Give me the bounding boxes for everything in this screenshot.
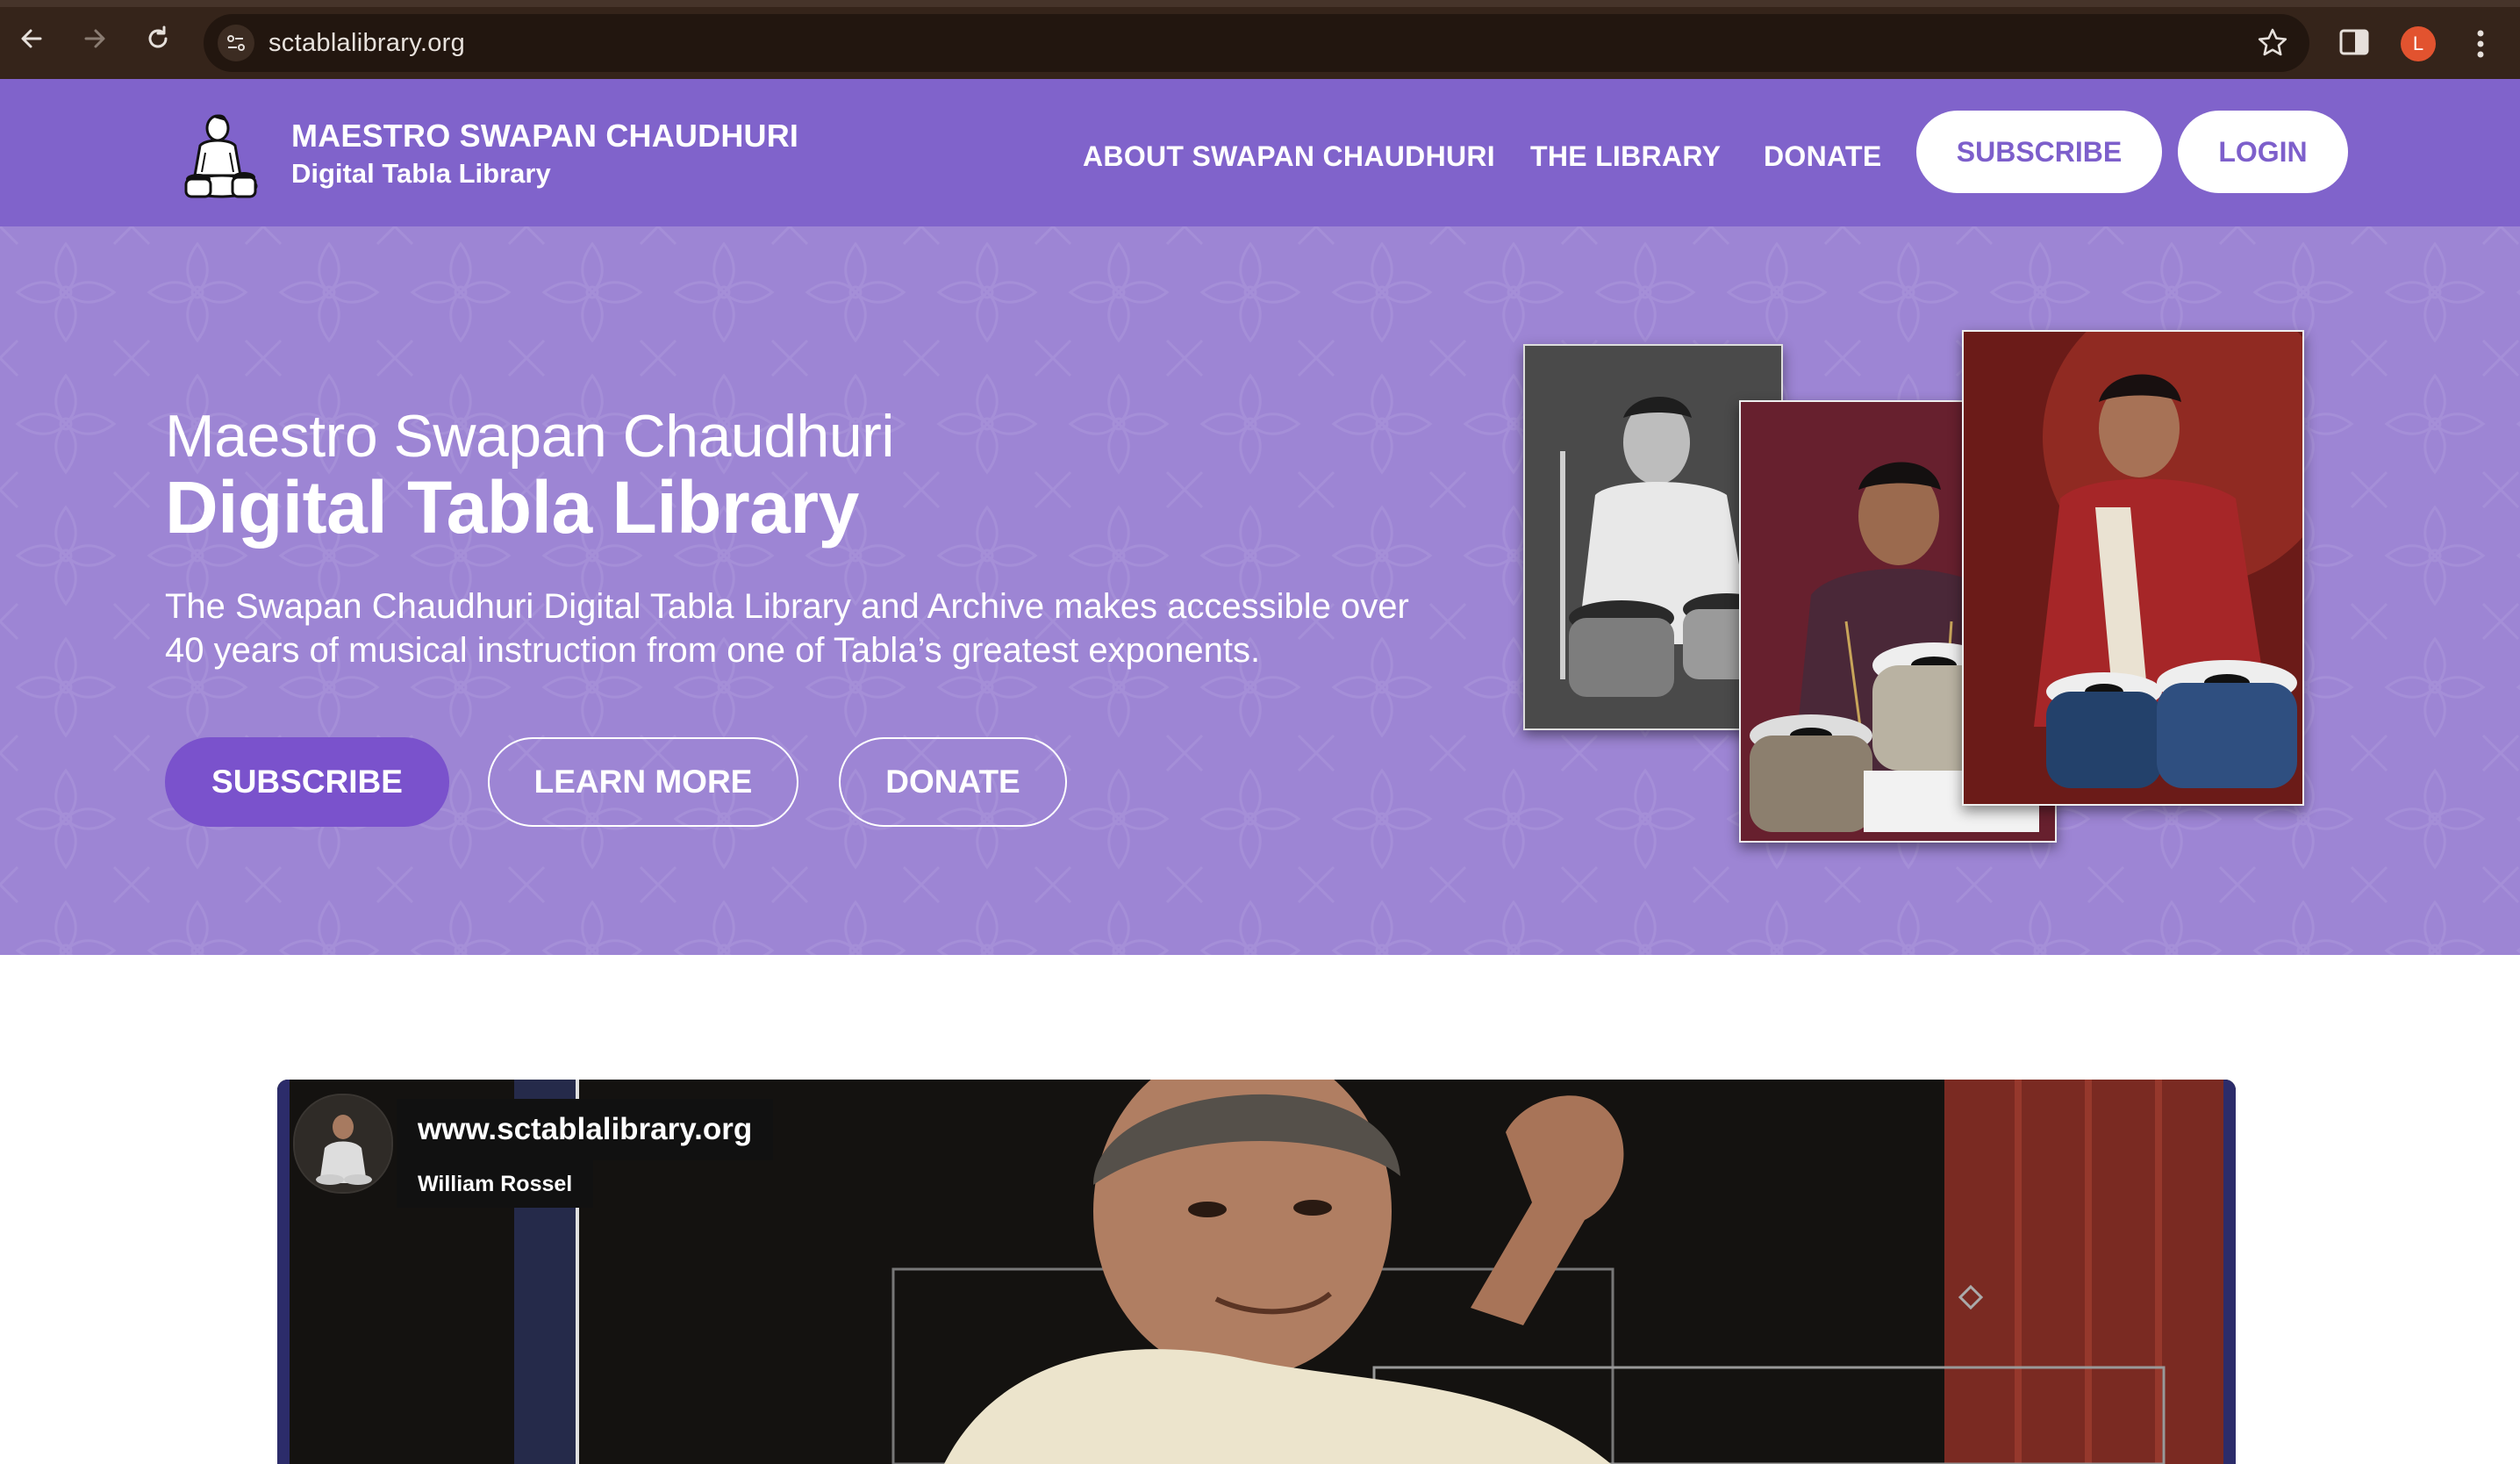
site-header: MAESTRO SWAPAN CHAUDHURI Digital Tabla L… xyxy=(0,79,2520,226)
nav-about-link[interactable]: ABOUT SWAPAN CHAUDHURI xyxy=(1083,140,1495,173)
header-login-button[interactable]: LOGIN xyxy=(2178,111,2348,193)
site-settings-icon[interactable] xyxy=(218,25,254,61)
brand-subtitle[interactable]: Digital Tabla Library xyxy=(291,158,551,190)
video-player[interactable]: www.sctablalibrary.org William Rossel xyxy=(277,1080,2236,1464)
tabla-player-logo-icon[interactable] xyxy=(179,107,263,202)
nav-donate-link[interactable]: DONATE xyxy=(1764,140,1882,173)
bookmark-star-icon[interactable] xyxy=(2255,25,2290,61)
hero-title-line1: Maestro Swapan Chaudhuri xyxy=(165,403,894,470)
photo-tabla-player-smiling xyxy=(1962,330,2304,806)
back-arrow-icon[interactable] xyxy=(16,23,47,54)
video-title[interactable]: www.sctablalibrary.org xyxy=(397,1099,774,1160)
video-author[interactable]: William Rossel xyxy=(397,1160,594,1208)
nav-library-link[interactable]: THE LIBRARY xyxy=(1530,140,1721,173)
forward-arrow-icon[interactable] xyxy=(79,23,111,54)
hero-section: Maestro Swapan Chaudhuri Digital Tabla L… xyxy=(0,226,2520,955)
hero-description: The Swapan Chaudhuri Digital Tabla Libra… xyxy=(165,587,1409,670)
brand-title[interactable]: MAESTRO SWAPAN CHAUDHURI xyxy=(291,118,798,154)
side-panel-icon[interactable] xyxy=(2337,26,2371,58)
more-vert-icon[interactable] xyxy=(2467,25,2494,63)
channel-avatar[interactable] xyxy=(293,1094,393,1194)
header-subscribe-button[interactable]: SUBSCRIBE xyxy=(1916,111,2162,193)
hero-title-line2: Digital Tabla Library xyxy=(165,466,859,549)
reload-icon[interactable] xyxy=(142,23,174,54)
hero-subscribe-button[interactable]: SUBSCRIBE xyxy=(165,737,449,827)
browser-toolbar: sctablalibrary.org L xyxy=(0,0,2520,79)
hero-learn-more-button[interactable]: LEARN MORE xyxy=(488,737,798,827)
profile-avatar[interactable]: L xyxy=(2401,26,2436,61)
url-text[interactable]: sctablalibrary.org xyxy=(268,29,465,58)
address-bar[interactable]: sctablalibrary.org xyxy=(204,14,2309,72)
hero-donate-button[interactable]: DONATE xyxy=(839,737,1067,827)
